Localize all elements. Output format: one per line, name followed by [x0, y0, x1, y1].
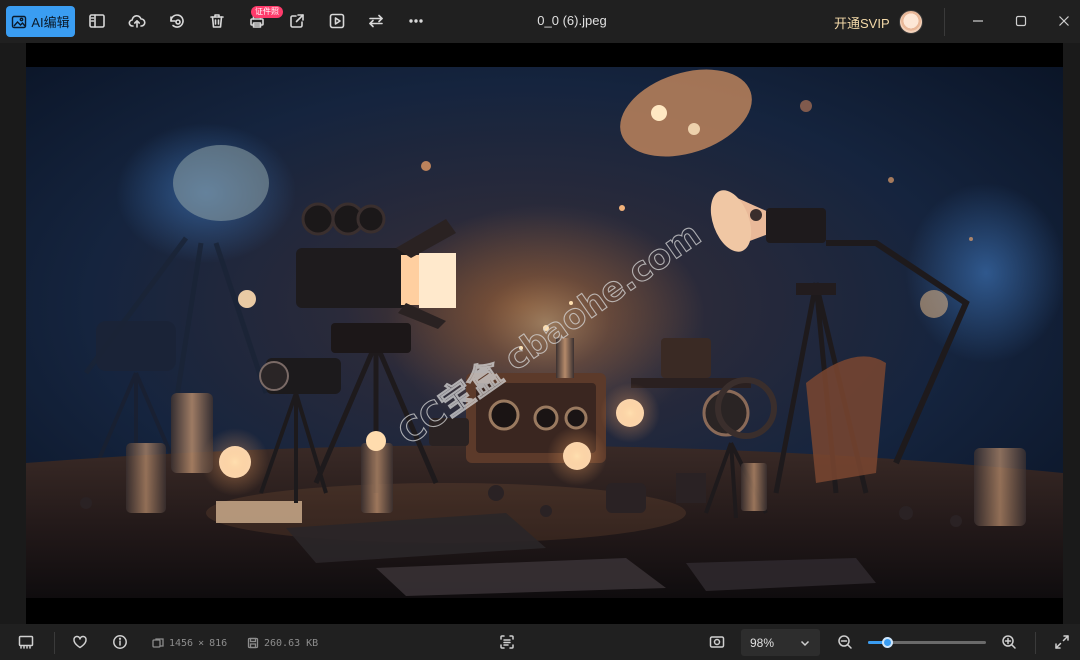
ai-edit-button[interactable]: AI编辑: [6, 6, 75, 37]
upload-cloud-icon[interactable]: [127, 11, 147, 31]
minimize-icon[interactable]: [968, 11, 988, 31]
top-toolbar: AI编辑 证件照 0_0 (6).jpeg 开通SVIP: [0, 0, 1080, 43]
image-width: 1456: [169, 637, 194, 649]
save-disk-icon: [247, 637, 259, 649]
sidebar-icon[interactable]: [87, 11, 107, 31]
filmstrip-icon[interactable]: [17, 633, 35, 651]
file-size: 260.63 KB: [247, 637, 318, 649]
close-icon[interactable]: [1054, 11, 1074, 31]
status-bar: 1456 × 816 260.63 KB 98%: [0, 624, 1080, 660]
actual-size-icon[interactable]: [708, 633, 726, 651]
share-icon[interactable]: [287, 11, 307, 31]
zoom-out-icon[interactable]: [836, 633, 854, 651]
divider: [54, 632, 55, 654]
zoom-slider[interactable]: [868, 637, 986, 648]
zoom-select[interactable]: 98%: [741, 629, 820, 656]
ocr-scan-icon[interactable]: [498, 633, 516, 651]
zoom-in-icon[interactable]: [1000, 633, 1018, 651]
chevron-down-icon: [800, 637, 810, 647]
file-size-value: 260.63 KB: [264, 637, 319, 649]
play-icon[interactable]: [327, 11, 347, 31]
info-icon[interactable]: [111, 633, 129, 651]
heart-icon[interactable]: [71, 633, 89, 651]
file-name-title: 0_0 (6).jpeg: [537, 13, 607, 28]
avatar[interactable]: [899, 10, 923, 34]
divider: [944, 8, 945, 36]
zoom-value: 98%: [750, 635, 775, 650]
rotate-icon[interactable]: [167, 11, 187, 31]
image-viewer: CC宝盒 cbaohe.com: [0, 43, 1080, 624]
more-icon[interactable]: [406, 11, 426, 31]
image-dimensions: 1456 × 816: [152, 637, 227, 649]
ai-edit-label: AI编辑: [31, 15, 70, 30]
fullscreen-icon[interactable]: [1053, 633, 1071, 651]
image-height: 816: [209, 637, 228, 649]
delete-icon[interactable]: [207, 11, 227, 31]
maximize-icon[interactable]: [1011, 11, 1031, 31]
photo-canvas[interactable]: CC宝盒 cbaohe.com: [26, 43, 1063, 624]
swap-icon[interactable]: [366, 11, 386, 31]
film-equipment-photo: CC宝盒 cbaohe.com: [26, 43, 1063, 624]
dimensions-icon: [152, 638, 164, 648]
dimension-times: ×: [198, 637, 205, 649]
svip-link[interactable]: 开通SVIP: [834, 13, 890, 32]
image-edit-icon: [12, 15, 27, 28]
divider: [1035, 632, 1036, 654]
zoom-slider-handle[interactable]: [881, 637, 893, 648]
id-photo-badge: 证件照: [251, 6, 283, 18]
